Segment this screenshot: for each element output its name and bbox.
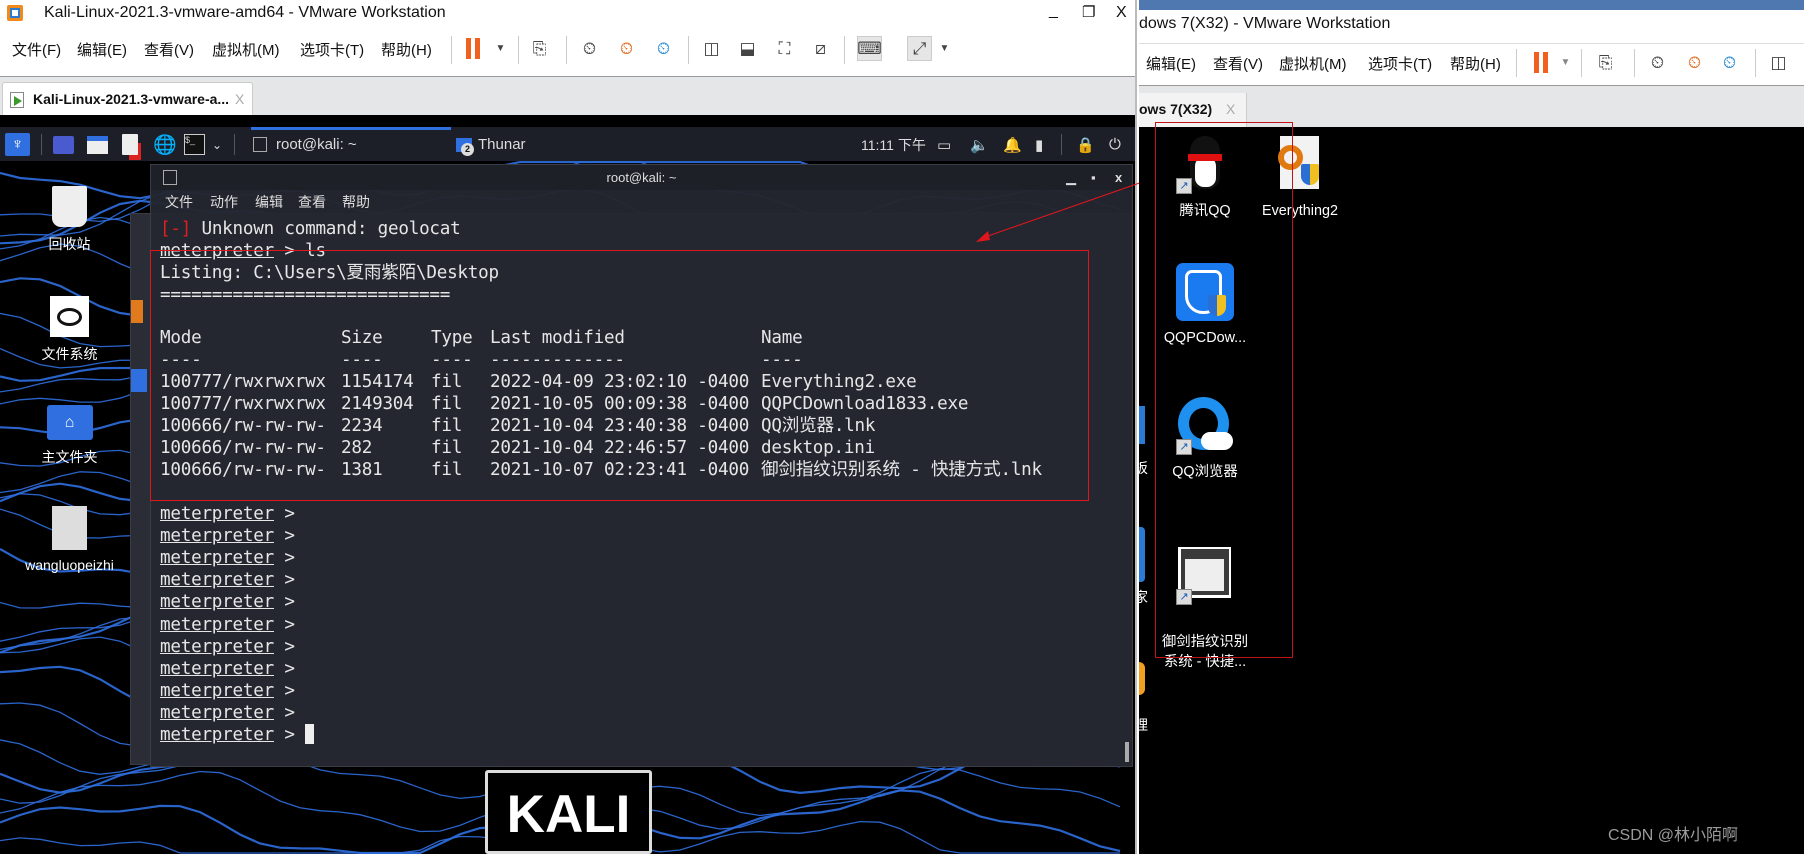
toolbar-divider <box>1516 49 1517 77</box>
menu-tabs[interactable]: 选项卡(T) <box>1368 53 1432 74</box>
csdn-watermark: CSDN @林小陌啊 <box>1608 827 1739 844</box>
toolbar-divider <box>1581 49 1582 77</box>
partial-desktop-icon[interactable] <box>1139 527 1145 582</box>
partial-desktop-icon[interactable] <box>1139 406 1145 444</box>
toolbar-divider <box>1755 49 1756 77</box>
background-thumbnails-strip <box>1139 0 1804 10</box>
partial-icon-label: 板 <box>1139 460 1148 476</box>
title-divider <box>1139 43 1804 44</box>
pause-icon[interactable] <box>1528 50 1553 75</box>
snapshot-take-icon[interactable]: ⏲ <box>1645 50 1670 75</box>
menu-help[interactable]: 帮助(H) <box>1450 53 1501 74</box>
snapshot-revert-icon[interactable]: ⏲ <box>1682 50 1707 75</box>
snapshot-manager-icon[interactable]: ⏲ <box>1717 50 1742 75</box>
sidebar-toggle-icon[interactable]: ◫ <box>1766 50 1791 75</box>
menu-view[interactable]: 查看(V) <box>1213 53 1263 74</box>
toolbar-divider <box>1634 49 1635 77</box>
partial-desktop-icon[interactable] <box>1139 662 1145 695</box>
partial-icon-label: 理 <box>1139 717 1148 733</box>
menu-edit[interactable]: 编辑(E) <box>1146 53 1196 74</box>
tab-label: ows 7(X32) <box>1139 101 1213 117</box>
chevron-down-icon[interactable]: ▼ <box>1553 50 1578 75</box>
tab-bar: ows 7(X32) X <box>1139 85 1804 128</box>
annotation-box-icons <box>1155 122 1293 658</box>
screenshot: Kali-Linux-2021.3-vmware-amd64 - VMware … <box>0 0 1804 854</box>
send-keys-icon[interactable]: ⎘ <box>1593 50 1618 75</box>
menu-vm[interactable]: 虚拟机(M) <box>1279 53 1347 74</box>
window-title: dows 7(X32) - VMware Workstation <box>1139 15 1391 32</box>
partial-icon-label: 家 <box>1139 589 1148 605</box>
